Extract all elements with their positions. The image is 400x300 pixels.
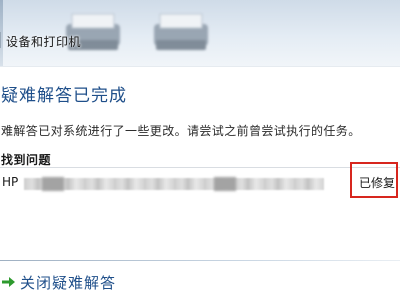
header-banner: 设备和打印机 <box>0 0 400 67</box>
footer-divider <box>0 260 400 261</box>
result-description: 难解答已对系统进行了一些更改。请尝试之前曾尝试执行的任务。 <box>1 124 361 138</box>
close-troubleshooting-link[interactable]: 关闭疑难解答 <box>0 270 116 294</box>
redaction-mark <box>42 177 64 191</box>
printer-icon <box>154 13 208 50</box>
page-title: 疑难解答已完成 <box>1 86 127 106</box>
close-link-label: 关闭疑难解答 <box>20 273 117 292</box>
breadcrumb-separator <box>0 32 1 48</box>
arrow-right-icon <box>2 277 15 287</box>
breadcrumb[interactable]: 设备和打印机 <box>6 33 81 50</box>
redaction-mark <box>214 177 236 191</box>
problems-found-heading: 找到问题 <box>1 153 52 167</box>
problem-row[interactable]: HP <box>0 168 400 198</box>
redacted-description <box>24 177 324 191</box>
device-name: HP <box>2 175 19 189</box>
fix-status: 已修复 <box>359 176 396 190</box>
